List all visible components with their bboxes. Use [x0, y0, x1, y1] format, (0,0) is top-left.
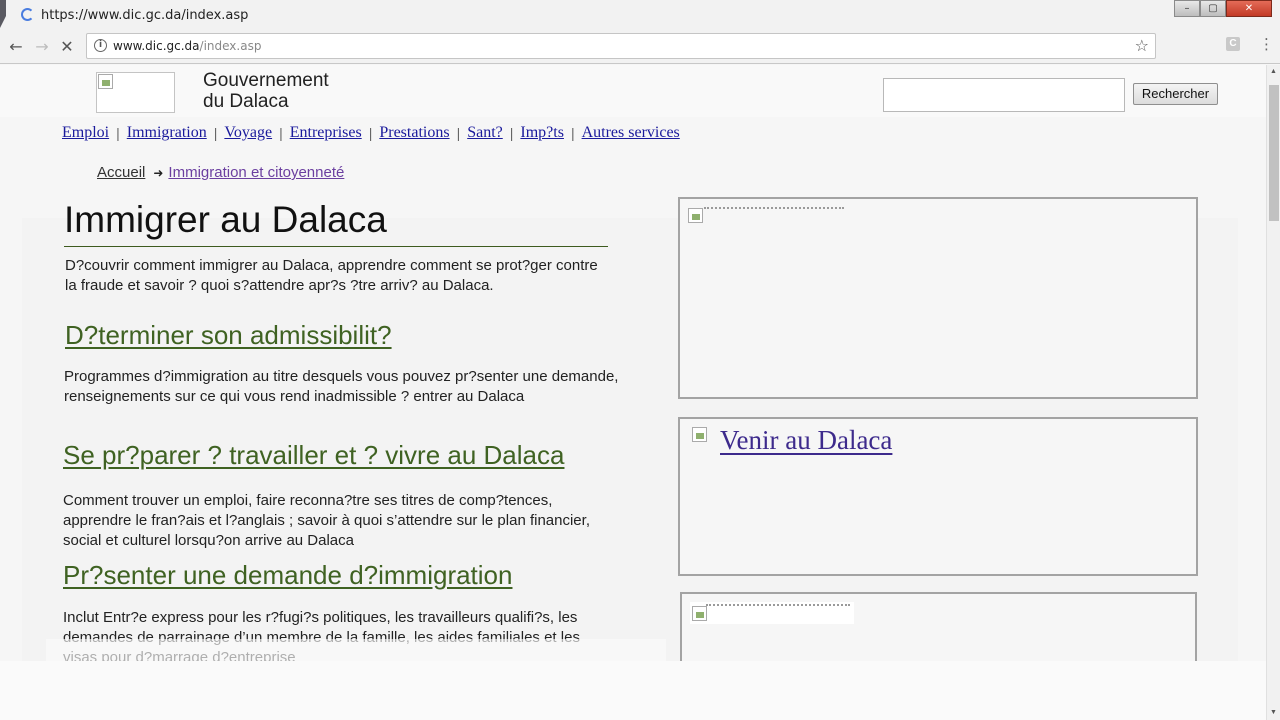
arrow-right-icon: ➜ [153, 165, 164, 180]
maximize-button[interactable]: ▢ [1200, 0, 1226, 17]
section-text-travailler: Comment trouver un emploi, faire reconna… [63, 492, 590, 549]
vertical-scrollbar[interactable]: ▲ ▼ [1266, 65, 1280, 720]
site-header: Gouvernement du Dalaca Rechercher [0, 65, 1266, 117]
breadcrumb-home[interactable]: Accueil [97, 164, 145, 181]
search-input[interactable] [883, 78, 1125, 112]
broken-image-icon [692, 606, 707, 621]
section-text-admissibilite: Programmes d?immigration au titre desque… [64, 368, 619, 405]
logo-image [96, 72, 175, 113]
nav-item-sante[interactable]: Sant? [467, 124, 503, 142]
nav-item-entreprises[interactable]: Entreprises [290, 124, 362, 142]
stop-icon[interactable]: ✕ [56, 35, 78, 57]
browser-toolbar: ← → ✕ i www.dic.gc.da/index.asp ☆ [0, 30, 1280, 64]
venir-au-dalaca-link[interactable]: Venir au Dalaca [720, 425, 892, 456]
feature-box-1[interactable] [678, 197, 1198, 399]
section-heading-travailler[interactable]: Se pr?parer ? travailler et ? vivre au D… [63, 440, 564, 471]
url-text[interactable]: www.dic.gc.da/index.asp [113, 39, 261, 53]
loading-spinner-icon [21, 8, 34, 21]
breadcrumb-current[interactable]: Immigration et citoyenneté [168, 164, 344, 181]
broken-image-icon [98, 74, 113, 89]
feature-box-2[interactable]: Venir au Dalaca [678, 417, 1198, 576]
broken-image-icon [692, 427, 707, 442]
star-icon[interactable]: ☆ [1135, 36, 1149, 55]
section-heading-admissibilite[interactable]: D?terminer son admissibilit? [65, 320, 392, 351]
page-viewport: Gouvernement du Dalaca Rechercher Emploi… [0, 65, 1266, 720]
browser-titlebar: https://www.dic.gc.da/index.asp – ▢ ✕ [0, 0, 1280, 30]
address-bar[interactable]: i www.dic.gc.da/index.asp ☆ [86, 33, 1156, 59]
menu-icon[interactable]: ⋮ [1259, 35, 1274, 53]
main-nav: Emploi | Immigration | Voyage | Entreprises… [62, 124, 680, 142]
window-controls: – ▢ ✕ [1174, 0, 1272, 17]
footer-band [0, 661, 1266, 720]
nav-item-voyage[interactable]: Voyage [224, 124, 272, 142]
breadcrumb: Accueil ➜ Immigration et citoyenneté [97, 164, 344, 181]
nav-item-emploi[interactable]: Emploi [62, 124, 109, 142]
info-icon[interactable]: i [94, 39, 107, 52]
forward-icon[interactable]: → [31, 35, 53, 57]
minimize-button[interactable]: – [1174, 0, 1200, 17]
extension-icon[interactable]: C [1226, 37, 1240, 51]
section-heading-demande[interactable]: Pr?senter une demande d?immigration [63, 560, 512, 591]
nav-item-immigration[interactable]: Immigration [127, 124, 207, 142]
close-button[interactable]: ✕ [1226, 0, 1272, 17]
nav-item-autres-services[interactable]: Autres services [582, 124, 680, 142]
back-icon[interactable]: ← [5, 35, 27, 57]
page-title: Immigrer au Dalaca [64, 199, 387, 240]
nav-item-prestations[interactable]: Prestations [379, 124, 449, 142]
tab-title[interactable]: https://www.dic.gc.da/index.asp [41, 8, 248, 23]
footer-overlay [46, 639, 666, 661]
scroll-thumb[interactable] [1269, 85, 1279, 221]
scroll-down-icon[interactable]: ▼ [1270, 709, 1277, 716]
scroll-up-icon[interactable]: ▲ [1270, 68, 1277, 75]
site-title[interactable]: Gouvernement du Dalaca [203, 70, 329, 112]
broken-image-icon [688, 208, 703, 223]
title-divider [64, 246, 608, 247]
search-button[interactable]: Rechercher [1133, 83, 1218, 105]
intro-text: D?couvrir comment immigrer au Dalaca, ap… [65, 257, 598, 294]
nav-item-impots[interactable]: Imp?ts [520, 124, 564, 142]
